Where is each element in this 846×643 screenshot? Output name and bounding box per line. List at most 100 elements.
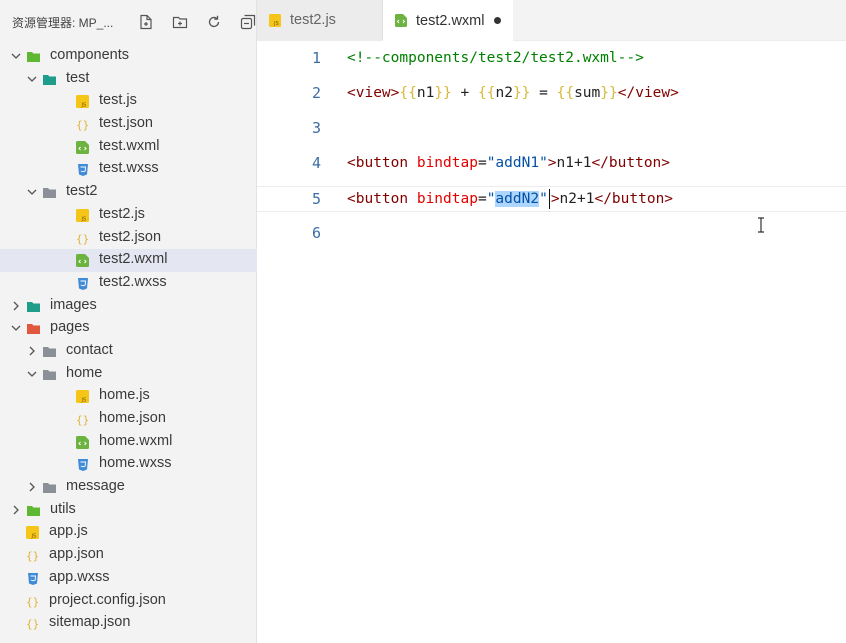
svg-text:{}: {}: [26, 618, 39, 631]
tree-item-home-json[interactable]: {} home.json: [0, 408, 257, 431]
tree-item-label: home.wxml: [99, 432, 173, 449]
tree-item-label: home.wxss: [99, 455, 172, 472]
code-text: <button bindtap="addN1">n1+1</button>: [347, 151, 670, 175]
tree-item-project-config-json[interactable]: {} project.config.json: [0, 590, 257, 613]
svg-text:JS: JS: [81, 103, 87, 109]
chevron-right-icon[interactable]: [26, 481, 38, 493]
tree-item-test2-wxml[interactable]: test2.wxml: [0, 249, 257, 272]
code-token: >: [547, 155, 557, 171]
code-line[interactable]: 3: [257, 116, 846, 140]
code-text: <button bindtap="addN2" >n2+1</button>: [347, 187, 673, 211]
js-file-icon: JS: [26, 526, 39, 540]
svg-text:JS: JS: [31, 534, 37, 540]
svg-text:{}: {}: [76, 414, 89, 427]
code-token: bindtap: [416, 155, 478, 171]
chevron-down-icon[interactable]: [10, 50, 22, 62]
tab-test2-js[interactable]: JS test2.js: [257, 0, 383, 40]
tree-item-label: app.js: [49, 523, 88, 540]
tree-item-pages[interactable]: pages: [0, 317, 257, 340]
tree-item-test2-js[interactable]: JS test2.js: [0, 204, 257, 227]
tab-test2-wxml[interactable]: test2.wxml: [383, 0, 513, 41]
tab-label: test2.js: [290, 12, 336, 28]
js-file-icon: JS: [76, 390, 89, 404]
tree-item-label: test2.json: [99, 228, 162, 245]
chevron-down-icon[interactable]: [26, 368, 38, 380]
js-file-icon: JS: [76, 208, 89, 222]
tree-item-home-wxml[interactable]: home.wxml: [0, 431, 257, 454]
svg-text:{}: {}: [26, 550, 39, 563]
js-file-icon: JS: [269, 13, 281, 27]
tree-item-contact[interactable]: contact: [0, 340, 257, 363]
code-line[interactable]: 2 <view>{{n1}} + {{n2}} = {{sum}}</view>: [257, 81, 846, 105]
folder-icon: [27, 52, 40, 62]
tree-item-label: project.config.json: [49, 591, 166, 608]
new-folder-icon[interactable]: [172, 14, 188, 30]
svg-text:JS: JS: [81, 398, 87, 404]
tree-item-home-js[interactable]: JS home.js: [0, 385, 257, 408]
tree-item-test-js[interactable]: JS test.js: [0, 90, 257, 113]
tree-item-label: utils: [50, 500, 76, 517]
tree-item-test-wxml[interactable]: test.wxml: [0, 136, 257, 159]
code-line[interactable]: 5 <button bindtap="addN2" >n2+1</button>: [257, 186, 846, 212]
tree-item-label: test2.wxss: [99, 273, 167, 290]
tree-item-test-json[interactable]: {} test.json: [0, 113, 257, 136]
text-caret: [548, 189, 550, 209]
refresh-icon[interactable]: [206, 14, 222, 30]
json-file-icon: {}: [76, 414, 89, 427]
tree-item-label: test.json: [99, 115, 153, 132]
tree-item-components[interactable]: components: [0, 45, 257, 68]
tree-item-home[interactable]: home: [0, 363, 257, 386]
folder-icon: [43, 74, 56, 85]
tree-item-test2-wxss[interactable]: test2.wxss: [0, 272, 257, 295]
code-token: }}: [600, 85, 618, 101]
tree-item-app-js[interactable]: JS app.js: [0, 521, 257, 544]
chevron-down-icon[interactable]: [10, 322, 22, 334]
tree-item-test2-json[interactable]: {} test2.json: [0, 227, 257, 250]
line-number: 2: [311, 84, 321, 102]
tree-item-label: message: [66, 478, 125, 495]
chevron-right-icon[interactable]: [10, 504, 22, 516]
wxss-file-icon: [78, 459, 88, 472]
code-token: addN2: [495, 191, 540, 207]
tree-item-sitemap-json[interactable]: {} sitemap.json: [0, 612, 257, 635]
json-file-icon: {}: [76, 119, 89, 132]
code-token: n1+1: [556, 155, 592, 171]
json-file-icon: {}: [26, 550, 39, 563]
tree-item-test[interactable]: test: [0, 68, 257, 91]
code-token: "addN1": [486, 155, 548, 171]
code-token: <button: [347, 191, 409, 207]
line-number: 5: [311, 190, 321, 208]
tree-item-app-json[interactable]: {} app.json: [0, 544, 257, 567]
code-token: n2+1: [559, 191, 595, 207]
chevron-down-icon[interactable]: [26, 73, 38, 85]
tree-item-test-wxss[interactable]: test.wxss: [0, 158, 257, 181]
wxml-file-icon: [76, 140, 89, 154]
collapse-all-icon[interactable]: [240, 14, 256, 30]
code-token: <!--components/test2/test2.wxml-->: [347, 50, 644, 66]
code-token: {{: [399, 85, 417, 101]
chevron-right-icon[interactable]: [10, 300, 22, 312]
tree-item-message[interactable]: message: [0, 476, 257, 499]
tree-item-app-wxss[interactable]: app.wxss: [0, 567, 257, 590]
tree-item-label: sitemap.json: [49, 614, 131, 631]
tree-item-images[interactable]: images: [0, 295, 257, 318]
wxml-file-icon: [395, 14, 407, 27]
tree-item-utils[interactable]: utils: [0, 499, 257, 522]
explorer-sidebar: 资源管理器: MP_... components test JS test.js {} t…: [0, 0, 257, 643]
tree-item-label: test: [66, 69, 90, 86]
json-file-icon: {}: [26, 618, 39, 631]
unsaved-dot-icon[interactable]: [493, 17, 501, 24]
tree-item-home-wxss[interactable]: home.wxss: [0, 453, 257, 476]
code-token: n2: [495, 85, 513, 101]
code-line[interactable]: 4 <button bindtap="addN1">n1+1</button>: [257, 151, 846, 175]
editor-tab-bar: JS test2.js test2.wxml: [257, 0, 846, 41]
code-token: }}: [434, 85, 452, 101]
folder-icon: [27, 324, 40, 335]
chevron-right-icon[interactable]: [26, 345, 38, 357]
code-line[interactable]: 1 <!--components/test2/test2.wxml-->: [257, 46, 846, 70]
tree-item-test2[interactable]: test2: [0, 181, 257, 204]
chevron-down-icon[interactable]: [26, 186, 38, 198]
svg-text:JS: JS: [81, 216, 87, 222]
new-file-icon[interactable]: [138, 14, 154, 30]
